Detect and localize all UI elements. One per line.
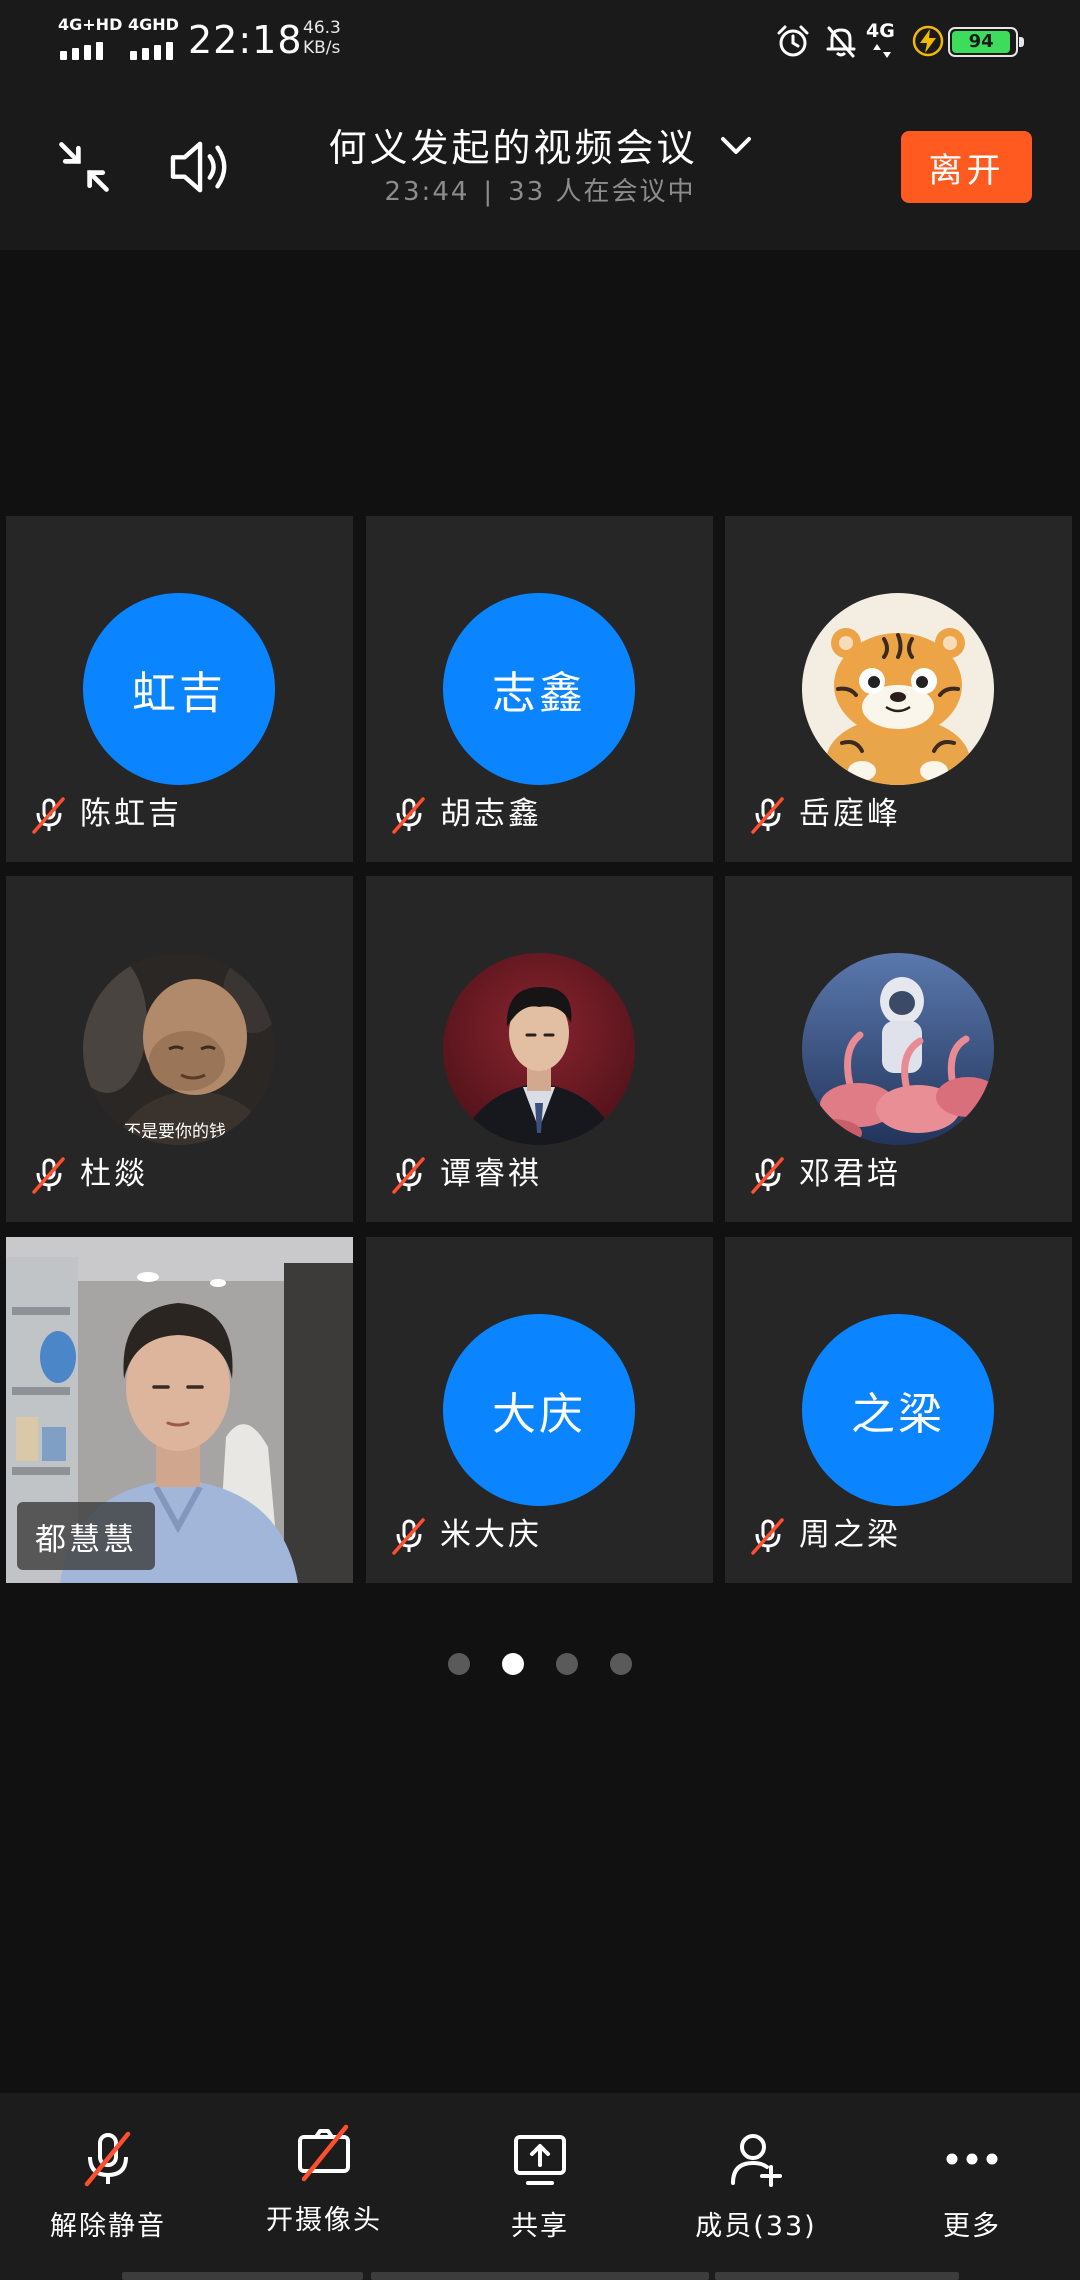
network-speed-unit: KB/s — [303, 38, 341, 58]
more-icon — [942, 2129, 1002, 2189]
network-speed: 46.3 KB/s — [303, 18, 341, 58]
signal-bars-icon — [60, 40, 103, 60]
participant-tile[interactable]: 谭睿祺 — [366, 876, 713, 1222]
network-speed-value: 46.3 — [303, 18, 341, 38]
signal-indicator-1: 4G+HD — [58, 16, 122, 60]
avatar: 志鑫 — [443, 593, 635, 785]
signal-indicator-2: 4GHD — [128, 16, 192, 60]
participant-tile[interactable]: 邓君培 — [725, 876, 1072, 1222]
avatar-initials: 虹吉 — [132, 668, 226, 719]
mic-muted-icon — [390, 1517, 428, 1555]
data-arrows-icon — [873, 44, 891, 58]
mic-muted-icon — [749, 796, 787, 834]
share-button[interactable]: 共享 — [432, 2093, 648, 2280]
camera-button[interactable]: 开摄像头 — [216, 2093, 432, 2280]
add-member-icon — [726, 2129, 786, 2189]
participant-tile[interactable]: 岳庭峰 — [725, 516, 1072, 862]
avatar-initials: 志鑫 — [492, 668, 586, 719]
page-dot[interactable] — [556, 1653, 578, 1675]
participant-name: 邓君培 — [799, 1156, 901, 1192]
battery-fill: 94 — [952, 31, 1011, 53]
avatar-initials: 之梁 — [851, 1389, 945, 1440]
chevron-down-icon[interactable] — [720, 136, 752, 160]
alarm-icon — [774, 22, 812, 60]
gesture-bar-segment — [122, 2272, 363, 2280]
share-screen-icon — [510, 2129, 570, 2189]
participant-tile[interactable]: 大庆 米大庆 — [366, 1237, 713, 1583]
astronaut-avatar — [802, 953, 994, 1145]
page-dot[interactable] — [502, 1653, 524, 1675]
network-type-indicator: 4G — [866, 20, 908, 60]
page-dot[interactable] — [448, 1653, 470, 1675]
avatar: 虹吉 — [83, 593, 275, 785]
share-label: 共享 — [511, 2211, 569, 2242]
participant-name: 杜燚 — [80, 1156, 148, 1192]
more-button[interactable]: 更多 — [864, 2093, 1080, 2280]
leave-button[interactable]: 离开 — [901, 131, 1032, 203]
camera-off-icon — [294, 2123, 354, 2183]
participant-name: 胡志鑫 — [440, 796, 542, 832]
status-time: 22:18 — [188, 18, 303, 62]
participant-video-tile[interactable]: 都慧慧 — [6, 1237, 353, 1583]
mic-muted-icon — [390, 796, 428, 834]
signal-bars-icon — [130, 40, 173, 60]
participant-tile[interactable]: 之梁 周之梁 — [725, 1237, 1072, 1583]
signal-label: 4G+HD — [58, 15, 123, 34]
bottom-toolbar: 解除静音 开摄像头 共享 成员(33) 更多 — [0, 2093, 1080, 2280]
mic-muted-icon — [30, 1156, 68, 1194]
gesture-bar-segment — [371, 2272, 709, 2280]
mic-muted-icon — [749, 1156, 787, 1194]
participant-tile[interactable]: 不是要你的钱 杜燚 — [6, 876, 353, 1222]
mic-muted-icon — [390, 1156, 428, 1194]
subtitle-separator: | — [483, 177, 495, 207]
avatar-initials: 大庆 — [492, 1389, 586, 1440]
charging-icon — [912, 24, 944, 58]
avatar-caption: 不是要你的钱 — [124, 1122, 226, 1142]
page-dot[interactable] — [610, 1653, 632, 1675]
battery-cap — [1019, 37, 1024, 47]
tiger-avatar — [802, 593, 994, 785]
network-type: 4G — [866, 20, 895, 42]
participant-name: 周之梁 — [799, 1517, 901, 1553]
avatar: 之梁 — [802, 1314, 994, 1506]
photo-avatar — [443, 953, 635, 1145]
participant-count: 33 人在会议中 — [508, 177, 696, 207]
participant-tile[interactable]: 虹吉 陈虹吉 — [6, 516, 353, 862]
avatar: 大庆 — [443, 1314, 635, 1506]
more-label: 更多 — [943, 2211, 1001, 2242]
camera-label: 开摄像头 — [266, 2205, 382, 2236]
members-button[interactable]: 成员(33) — [648, 2093, 864, 2280]
unmute-label: 解除静音 — [50, 2211, 166, 2242]
bell-off-icon — [822, 22, 860, 60]
participant-name: 米大庆 — [440, 1517, 542, 1553]
gesture-bar-segment — [715, 2272, 959, 2280]
meeting-duration: 23:44 — [384, 177, 470, 207]
mic-muted-icon — [30, 796, 68, 834]
unmute-button[interactable]: 解除静音 — [0, 2093, 216, 2280]
mic-muted-icon — [749, 1517, 787, 1555]
members-label: 成员(33) — [695, 2211, 817, 2242]
battery-level: 94 — [968, 31, 994, 52]
participant-tile[interactable]: 志鑫 胡志鑫 — [366, 516, 713, 862]
participant-name: 陈虹吉 — [80, 796, 182, 832]
battery-icon: 94 — [948, 27, 1024, 57]
photo-avatar: 不是要你的钱 — [83, 953, 275, 1145]
signal-label: 4GHD — [128, 15, 179, 34]
participant-name: 谭睿祺 — [440, 1156, 542, 1192]
participant-name-label: 都慧慧 — [17, 1502, 155, 1570]
participant-name: 岳庭峰 — [799, 796, 901, 832]
meeting-title[interactable]: 何义发起的视频会议 — [328, 120, 697, 176]
mic-off-icon — [78, 2129, 138, 2189]
